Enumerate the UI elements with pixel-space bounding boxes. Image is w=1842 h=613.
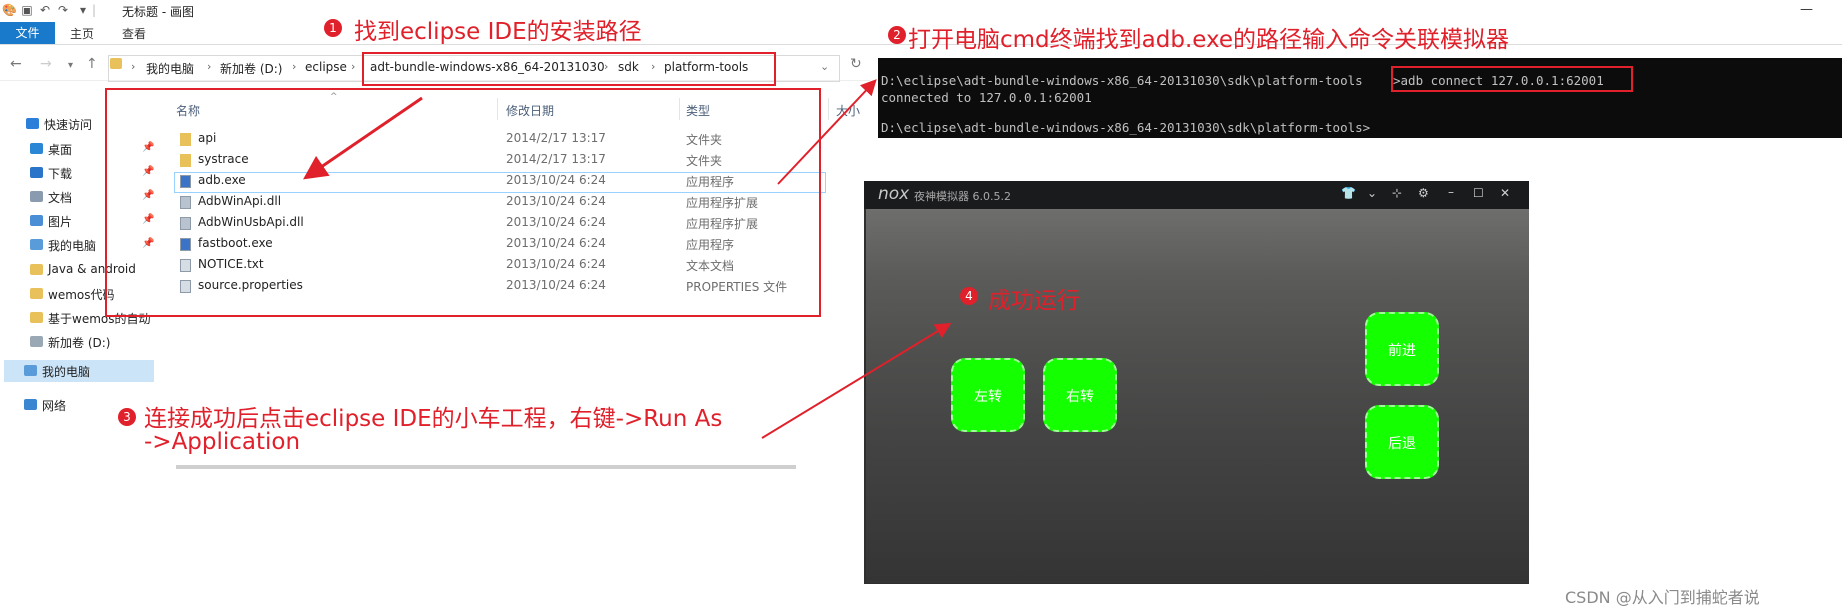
watermark: CSDN @从入门到捕蛇者说 <box>1565 588 1760 607</box>
arrow-to-emulator <box>761 322 952 439</box>
arrow-to-adb-exe <box>303 96 423 180</box>
arrow-to-cmd <box>777 79 877 185</box>
annotation-arrows <box>303 79 952 439</box>
